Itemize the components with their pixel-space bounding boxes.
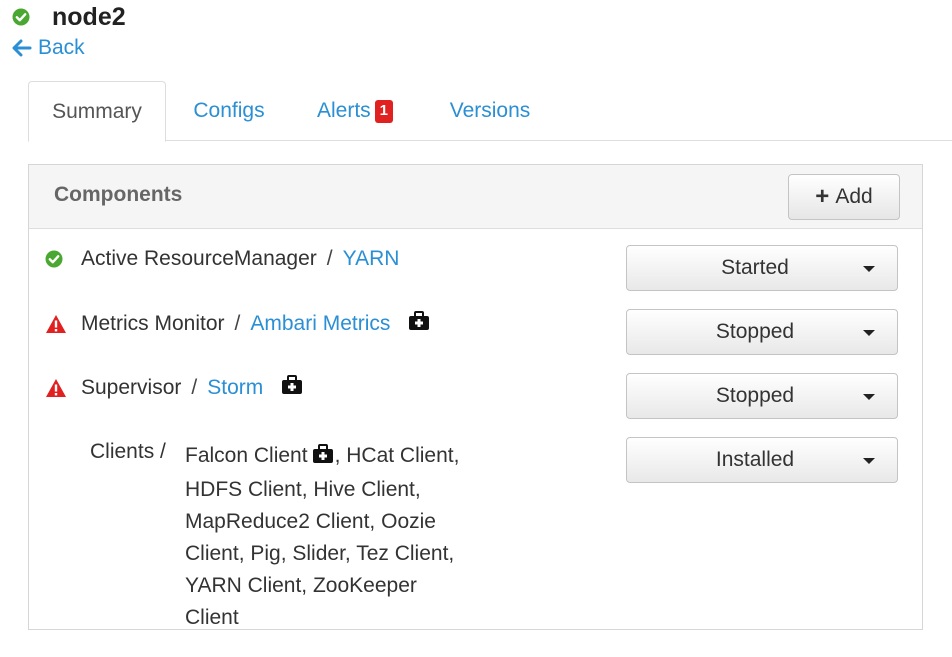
components-panel: Components + Add Active ResourceManager … bbox=[28, 164, 923, 630]
alert-warning-icon bbox=[45, 314, 69, 334]
back-link[interactable]: Back bbox=[12, 36, 85, 60]
component-state-dropdown[interactable]: Stopped bbox=[626, 309, 898, 355]
caret-down-icon bbox=[863, 330, 875, 336]
tab-summary-label: Summary bbox=[52, 99, 142, 123]
component-label: Active ResourceManager / YARN bbox=[45, 247, 399, 271]
component-state-dropdown[interactable]: Stopped bbox=[626, 373, 898, 419]
caret-down-icon bbox=[863, 458, 875, 464]
status-ok-icon bbox=[45, 250, 69, 268]
component-label: Supervisor / Storm bbox=[45, 375, 303, 401]
state-label: Started bbox=[721, 256, 789, 279]
host-name: node2 bbox=[52, 3, 126, 31]
separator: / bbox=[234, 312, 241, 335]
service-link-storm[interactable]: Storm bbox=[207, 376, 263, 400]
tab-alerts-label: Alerts bbox=[316, 99, 371, 122]
caret-down-icon bbox=[863, 394, 875, 400]
component-name: Active ResourceManager bbox=[81, 247, 317, 270]
tab-summary[interactable]: Summary bbox=[28, 81, 166, 142]
clients-label: Clients / bbox=[90, 440, 166, 463]
component-name: Supervisor bbox=[81, 376, 182, 399]
state-label: Stopped bbox=[715, 384, 795, 407]
add-button-label: Add bbox=[835, 185, 873, 208]
tab-bar: Summary Configs Alerts 1 Versions bbox=[28, 81, 952, 142]
add-component-button[interactable]: + Add bbox=[788, 174, 900, 220]
host-status-ok-icon bbox=[12, 8, 30, 26]
alert-warning-icon bbox=[45, 378, 69, 398]
component-label: Metrics Monitor / Ambari Metrics bbox=[45, 311, 430, 337]
plus-icon: + bbox=[815, 183, 830, 210]
components-title: Components bbox=[54, 183, 183, 206]
alerts-count-badge: 1 bbox=[374, 99, 394, 123]
component-name: Metrics Monitor bbox=[81, 312, 225, 335]
arrow-left-icon bbox=[12, 39, 32, 57]
tab-versions[interactable]: Versions bbox=[434, 81, 546, 141]
maintenance-mode-icon bbox=[281, 375, 303, 401]
separator: / bbox=[326, 247, 333, 270]
caret-down-icon bbox=[863, 266, 875, 272]
clients-state-dropdown[interactable]: Installed bbox=[626, 437, 898, 483]
service-link-ambari-metrics[interactable]: Ambari Metrics bbox=[250, 312, 390, 336]
maintenance-mode-icon bbox=[312, 442, 334, 474]
maintenance-mode-icon bbox=[408, 311, 430, 337]
service-link-yarn[interactable]: YARN bbox=[343, 247, 400, 271]
component-state-dropdown[interactable]: Started bbox=[626, 245, 898, 291]
separator: / bbox=[191, 376, 198, 399]
tab-versions-label: Versions bbox=[449, 99, 531, 122]
components-panel-heading: Components + Add bbox=[29, 165, 922, 229]
clients-list: Falcon Client, HCat Client, HDFS Client,… bbox=[185, 440, 475, 634]
back-label: Back bbox=[38, 36, 85, 59]
state-label: Stopped bbox=[715, 320, 795, 343]
tab-alerts[interactable]: Alerts 1 bbox=[304, 81, 406, 141]
tab-configs-label: Configs bbox=[193, 99, 265, 122]
page-header: node2 bbox=[12, 0, 126, 34]
client-falcon: Falcon Client bbox=[185, 444, 308, 467]
state-label: Installed bbox=[715, 448, 795, 471]
tab-configs[interactable]: Configs bbox=[178, 81, 280, 141]
